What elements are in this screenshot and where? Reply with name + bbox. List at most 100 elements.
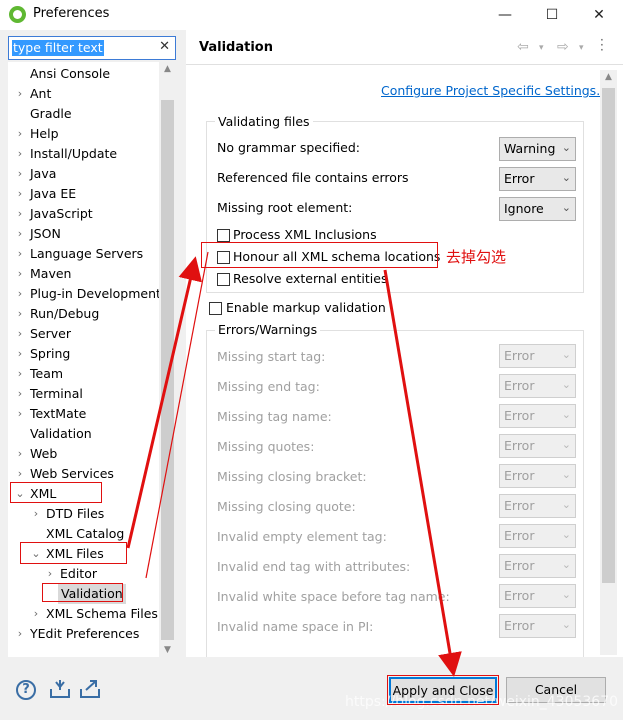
tree-item[interactable]: › Java: [8, 164, 159, 184]
tree-item[interactable]: › JavaScript: [8, 204, 159, 224]
collapsed-chevron-icon[interactable]: ›: [15, 204, 25, 224]
tree-item[interactable]: › Plug-in Development: [8, 284, 161, 304]
tree-item[interactable]: › Language Servers: [8, 244, 159, 264]
tree-item[interactable]: › Team: [8, 364, 159, 384]
dropdown-value: Error: [504, 408, 535, 423]
dropdown-value: Error: [504, 378, 535, 393]
dropdown-value: Error: [504, 468, 535, 483]
view-menu-icon[interactable]: · · ·: [600, 34, 604, 56]
tree-item[interactable]: › Run/Debug: [8, 304, 159, 324]
collapsed-chevron-icon[interactable]: ›: [15, 124, 25, 144]
tree-item[interactable]: › JSON: [8, 224, 159, 244]
tree-item[interactable]: › Web: [8, 444, 159, 464]
tree-item[interactable]: › YEdit Preferences: [8, 624, 159, 644]
tree-item[interactable]: › Server: [8, 324, 159, 344]
collapsed-chevron-icon[interactable]: ›: [15, 344, 25, 364]
tree-item[interactable]: › Java EE: [8, 184, 159, 204]
tree-scroll-thumb[interactable]: [161, 100, 174, 640]
collapsed-chevron-icon[interactable]: ›: [15, 324, 25, 344]
error-setting-label: Missing tag name:: [217, 409, 332, 424]
tree-item-label: JSON: [30, 226, 61, 241]
tree-item[interactable]: Gradle: [8, 104, 159, 124]
collapsed-chevron-icon[interactable]: ›: [15, 264, 25, 284]
collapsed-chevron-icon[interactable]: ›: [15, 284, 25, 304]
severity-dropdown[interactable]: Error ⌄: [499, 167, 576, 191]
forward-icon[interactable]: ⇨: [557, 39, 569, 55]
error-severity-dropdown[interactable]: Error ⌄: [499, 524, 576, 548]
tree-item[interactable]: › Help: [8, 124, 159, 144]
tree-item[interactable]: › Spring: [8, 344, 159, 364]
maximize-button[interactable]: ☐: [537, 3, 567, 27]
collapsed-chevron-icon[interactable]: ›: [31, 504, 41, 524]
filter-input-text[interactable]: type filter text: [12, 40, 104, 56]
page-scroll-up-icon[interactable]: ▲: [600, 72, 617, 82]
collapsed-chevron-icon[interactable]: ›: [15, 164, 25, 184]
back-icon[interactable]: ⇦: [517, 39, 529, 55]
tree-item[interactable]: › Terminal: [8, 384, 159, 404]
collapsed-chevron-icon[interactable]: ›: [15, 84, 25, 104]
clear-filter-icon[interactable]: ✕: [159, 39, 170, 54]
option-label: Process XML Inclusions: [233, 227, 377, 242]
minimize-button[interactable]: —: [490, 3, 520, 27]
project-settings-link[interactable]: Configure Project Specific Settings...: [381, 83, 608, 98]
tree-item[interactable]: › TextMate: [8, 404, 159, 424]
collapsed-chevron-icon[interactable]: ›: [15, 244, 25, 264]
error-severity-dropdown[interactable]: Error ⌄: [499, 464, 576, 488]
error-setting-label: Invalid end tag with attributes:: [217, 559, 411, 574]
tree-item[interactable]: › Ant: [8, 84, 159, 104]
collapsed-chevron-icon[interactable]: ›: [15, 444, 25, 464]
tree-item[interactable]: › Install/Update: [8, 144, 159, 164]
error-setting-label: Missing closing quote:: [217, 499, 356, 514]
back-menu-icon[interactable]: ▾: [539, 43, 544, 53]
error-severity-dropdown[interactable]: Error ⌄: [499, 494, 576, 518]
collapsed-chevron-icon[interactable]: ›: [15, 184, 25, 204]
collapsed-chevron-icon[interactable]: ›: [15, 404, 25, 424]
option-checkbox[interactable]: [217, 229, 230, 242]
option-checkbox[interactable]: [217, 273, 230, 286]
tree-item-label: XML Catalog: [46, 526, 125, 541]
collapsed-chevron-icon[interactable]: ›: [15, 464, 25, 484]
tree-item[interactable]: Ansi Console: [8, 64, 159, 84]
close-button[interactable]: ✕: [584, 3, 614, 27]
chevron-down-icon: ⌄: [561, 378, 571, 391]
tree-item[interactable]: XML Catalog: [8, 524, 159, 544]
error-severity-dropdown[interactable]: Error ⌄: [499, 614, 576, 638]
collapsed-chevron-icon[interactable]: ›: [15, 364, 25, 384]
tree-item[interactable]: Validation: [8, 424, 159, 444]
error-setting-label: Missing end tag:: [217, 379, 320, 394]
help-icon[interactable]: ?: [16, 680, 36, 700]
export-icon[interactable]: [78, 678, 102, 700]
tree-item[interactable]: › Maven: [8, 264, 159, 284]
tree-item[interactable]: › Web Services: [8, 464, 159, 484]
error-severity-dropdown[interactable]: Error ⌄: [499, 404, 576, 428]
error-severity-dropdown[interactable]: Error ⌄: [499, 584, 576, 608]
page-scroll-thumb[interactable]: [602, 88, 615, 583]
scroll-down-icon[interactable]: ▼: [159, 645, 176, 655]
collapsed-chevron-icon[interactable]: ›: [15, 384, 25, 404]
preferences-tree: Ansi Console › Ant Gradle › Help › Install/Upda…: [8, 62, 176, 657]
tree-item[interactable]: › DTD Files: [8, 504, 159, 524]
import-icon[interactable]: [48, 678, 72, 700]
collapsed-chevron-icon[interactable]: ›: [31, 604, 41, 624]
error-severity-dropdown[interactable]: Error ⌄: [499, 344, 576, 368]
tree-item-label: Gradle: [30, 106, 72, 121]
collapsed-chevron-icon[interactable]: ›: [15, 624, 25, 644]
collapsed-chevron-icon[interactable]: ›: [15, 304, 25, 324]
markup-checkbox[interactable]: [209, 302, 222, 315]
forward-menu-icon[interactable]: ▾: [579, 43, 584, 53]
filter-input[interactable]: type filter text ✕: [8, 36, 176, 60]
collapsed-chevron-icon[interactable]: ›: [15, 224, 25, 244]
collapsed-chevron-icon[interactable]: ›: [45, 564, 55, 584]
scroll-up-icon[interactable]: ▲: [159, 64, 176, 74]
tree-item-label: Team: [30, 366, 64, 381]
tree-item[interactable]: › XML Schema Files: [8, 604, 159, 624]
error-severity-dropdown[interactable]: Error ⌄: [499, 434, 576, 458]
error-severity-dropdown[interactable]: Error ⌄: [499, 554, 576, 578]
severity-dropdown[interactable]: Warning ⌄: [499, 137, 576, 161]
tree-item-label: Spring: [30, 346, 71, 361]
severity-dropdown[interactable]: Ignore ⌄: [499, 197, 576, 221]
collapsed-chevron-icon[interactable]: ›: [15, 144, 25, 164]
tree-item[interactable]: › Editor: [8, 564, 159, 584]
tree-item-label: TextMate: [30, 406, 87, 421]
error-severity-dropdown[interactable]: Error ⌄: [499, 374, 576, 398]
